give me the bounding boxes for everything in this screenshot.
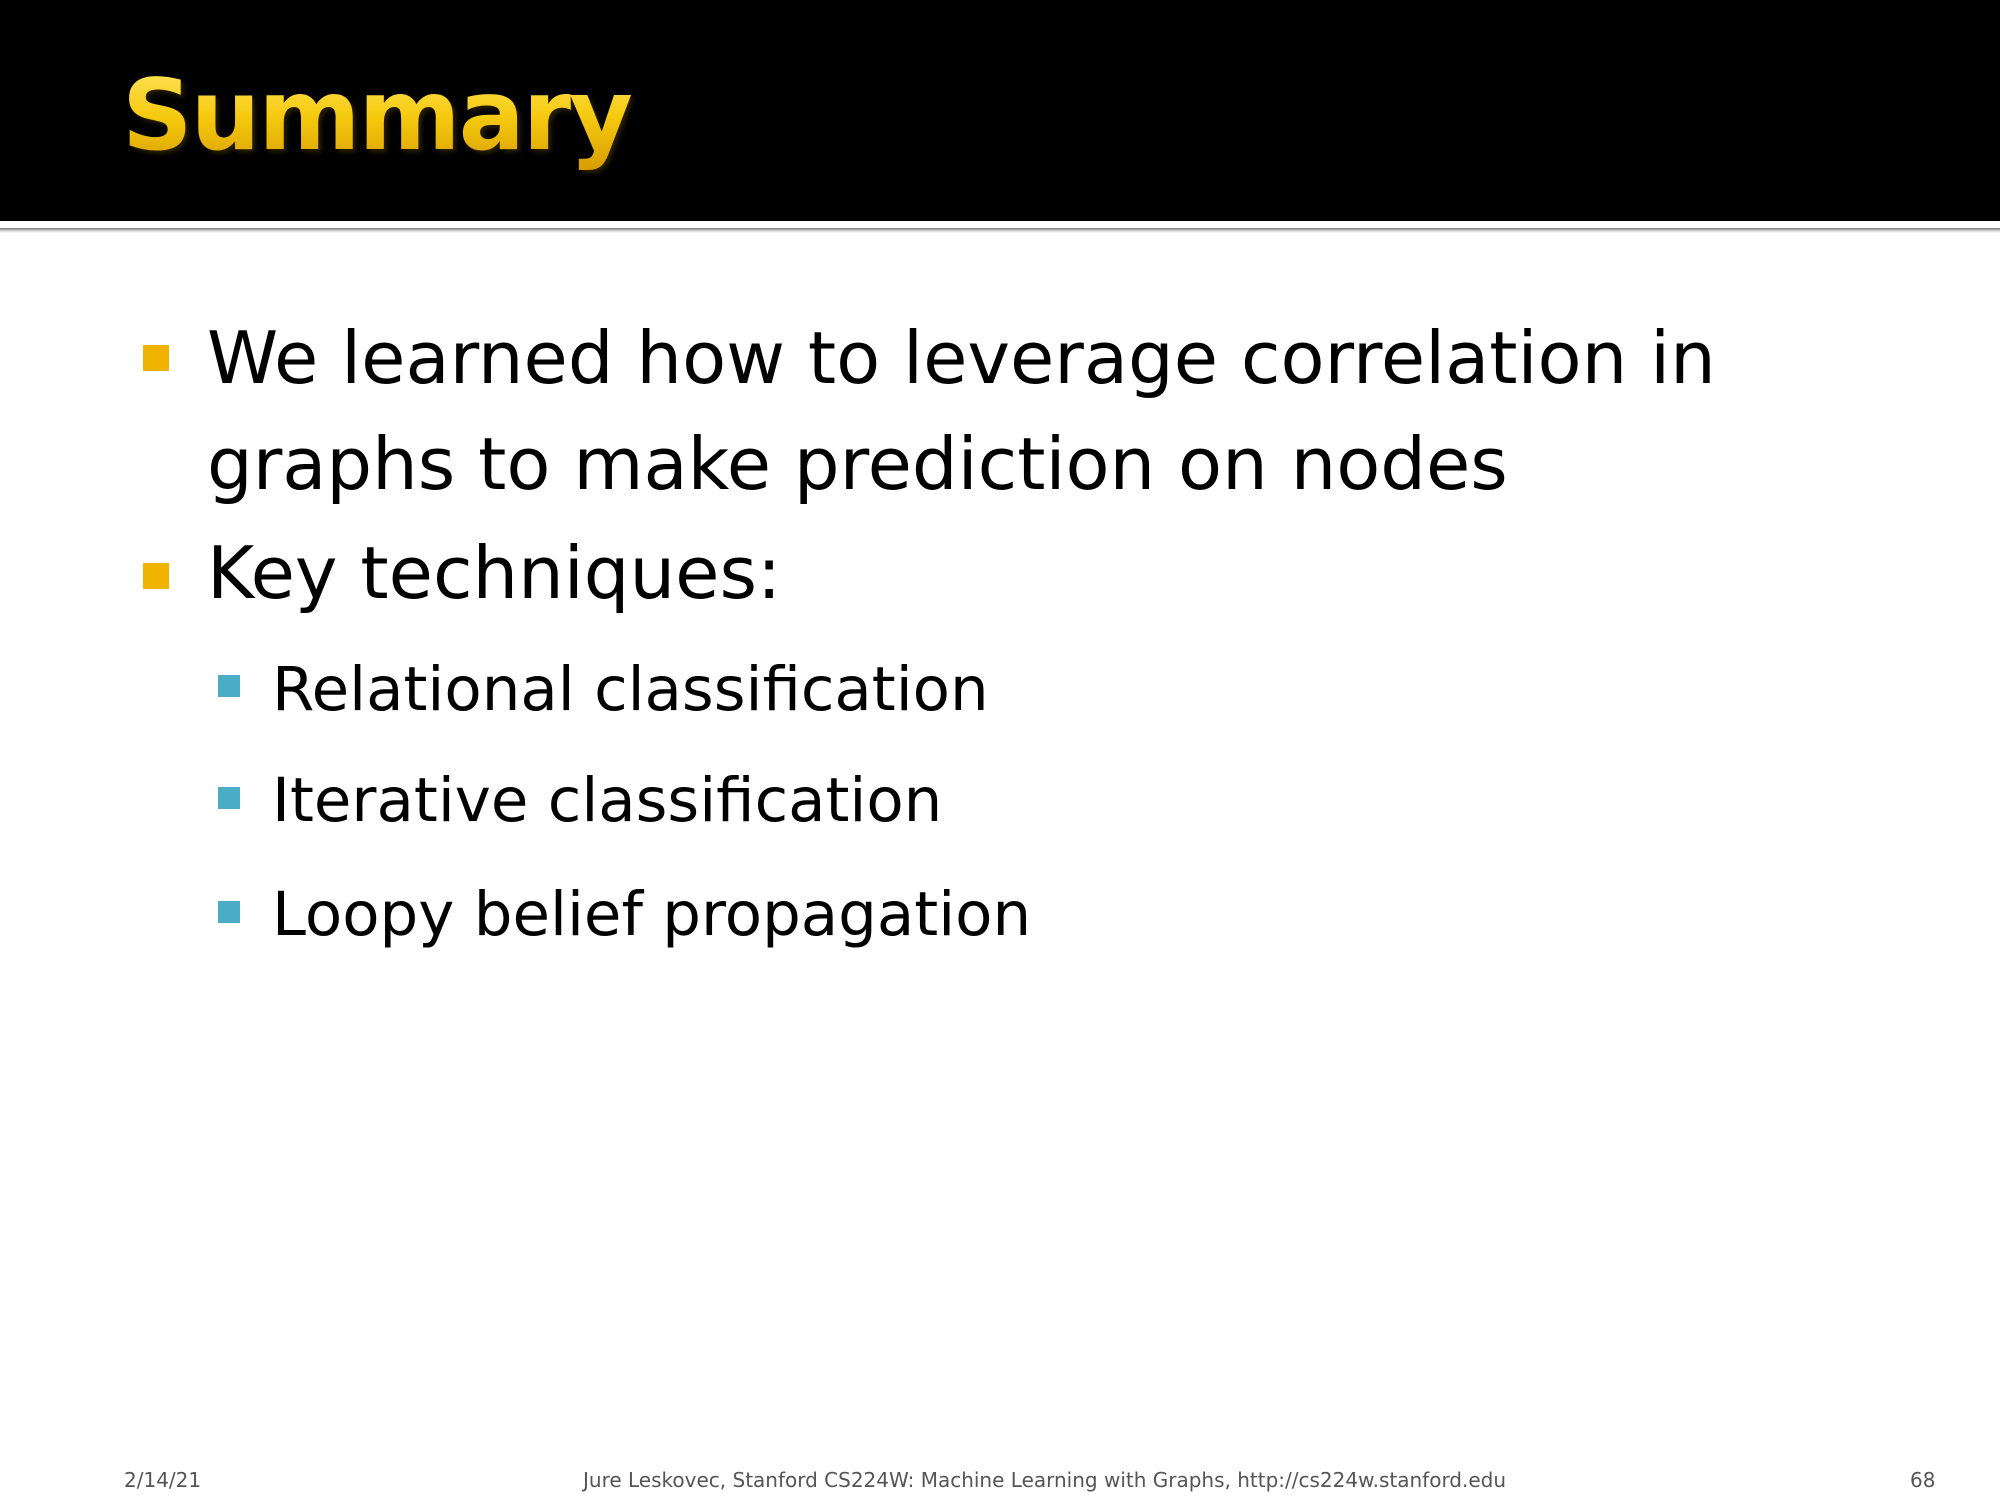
sub-bullet-marker-1: [218, 675, 240, 697]
title-divider-shadow: [0, 228, 2000, 233]
bullet-text-2: Key techniques:: [207, 531, 782, 615]
footer-date: 2/14/21: [124, 1468, 202, 1492]
slide-title: Summary: [122, 59, 633, 173]
bullet-text-1: We learned how to leverage correlation i…: [207, 316, 1716, 506]
bullet-marker-2: [143, 563, 169, 589]
slide-number: 68: [1910, 1468, 1936, 1492]
bullet-marker-1: [143, 345, 169, 371]
sub-bullet-text-1: Relational classification: [272, 654, 989, 725]
footer-credit: Jure Leskovec, Stanford CS224W: Machine …: [583, 1468, 1507, 1492]
sub-bullet-marker-2: [218, 787, 240, 809]
title-divider: [0, 221, 2000, 228]
sub-bullet-marker-3: [218, 901, 240, 923]
sub-bullet-text-2: Iterative classification: [272, 765, 943, 836]
sub-bullet-text-3: Loopy belief propagation: [272, 879, 1032, 950]
